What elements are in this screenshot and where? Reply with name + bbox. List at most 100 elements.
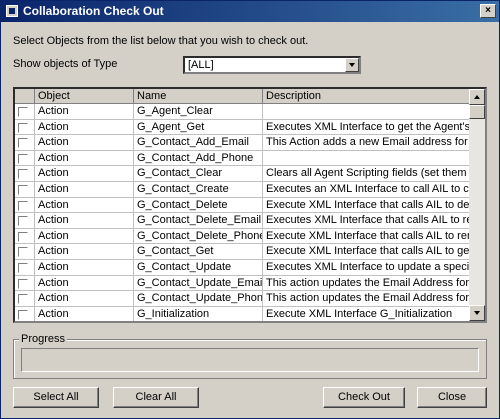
table-row[interactable]: Action G_Contact_Get Execute XML Interface… [15, 244, 471, 260]
close-icon[interactable]: × [480, 4, 496, 18]
description-cell: This action updates the Email Address fo… [263, 275, 471, 292]
description-cell: Executes XML Interface that calls AIL to… [263, 213, 471, 229]
title-bar[interactable]: Collaboration Check Out × [1, 1, 499, 22]
name-cell: G_Contact_Delete [134, 197, 263, 214]
row-checkbox-cell [15, 135, 35, 151]
name-cell: G_Contact_Add_Email [134, 135, 263, 151]
row-checkbox[interactable] [18, 294, 28, 305]
row-checkbox-cell [15, 306, 35, 321]
table-row[interactable]: Action G_Initialization Execute XML Interf… [15, 306, 471, 321]
window-title: Collaboration Check Out [23, 4, 164, 18]
row-checkbox[interactable] [18, 138, 28, 149]
table-row[interactable]: Action G_Agent_Clear [15, 104, 471, 120]
row-checkbox[interactable] [18, 153, 28, 164]
description-cell: Executes XML Interface to update a speci… [263, 260, 471, 276]
name-cell: G_Contact_Update_Phone [134, 291, 263, 307]
object-cell: Action [35, 197, 134, 214]
object-cell: Action [35, 119, 134, 136]
scroll-thumb[interactable] [469, 105, 485, 119]
description-cell: Clears all Agent Scripting fields (set t… [263, 166, 471, 182]
table-row[interactable]: Action G_Contact_Delete Execute XML Interf… [15, 197, 471, 214]
row-checkbox-cell [15, 228, 35, 245]
instruction-text: Select Objects from the list below that … [13, 35, 309, 47]
description-cell: Execute XML Interface G_Initialization [263, 306, 471, 321]
table-row[interactable]: Action G_Contact_Add_Email This Action add… [15, 135, 471, 151]
row-checkbox[interactable] [18, 122, 28, 133]
object-type-dropdown[interactable]: [ALL] [183, 56, 361, 74]
row-checkbox[interactable] [18, 200, 28, 211]
object-type-value: [ALL] [188, 59, 214, 71]
table-row[interactable]: Action G_Contact_Create Executes an XML In… [15, 182, 471, 198]
description-cell: This Action adds a new Email address for… [263, 135, 471, 151]
name-cell: G_Contact_Delete_Email [134, 213, 263, 229]
description-cell [263, 150, 471, 167]
name-cell: G_Agent_Get [134, 119, 263, 136]
name-cell: G_Contact_Update_Email [134, 275, 263, 292]
row-checkbox-cell [15, 244, 35, 260]
row-checkbox-cell [15, 291, 35, 307]
name-cell: G_Contact_Create [134, 182, 263, 198]
app-icon [6, 5, 18, 17]
row-checkbox-cell [15, 213, 35, 229]
object-cell: Action [35, 166, 134, 182]
object-cell: Action [35, 260, 134, 276]
row-checkbox-cell [15, 119, 35, 136]
row-checkbox[interactable] [18, 278, 28, 289]
table-row[interactable]: Action G_Contact_Delete_Email Executes XML… [15, 213, 471, 229]
object-cell: Action [35, 182, 134, 198]
chevron-down-icon[interactable] [345, 58, 359, 72]
name-cell: G_Contact_Get [134, 244, 263, 260]
table-row[interactable]: Action G_Contact_Add_Phone [15, 150, 471, 167]
row-checkbox-cell [15, 166, 35, 182]
description-cell: Execute XML Interface that calls AIL to … [263, 197, 471, 214]
row-checkbox-cell [15, 197, 35, 214]
check-out-button[interactable]: Check Out [323, 387, 405, 408]
object-cell: Action [35, 291, 134, 307]
description-cell: Execute XML Interface that calls AIL to … [263, 244, 471, 260]
object-cell: Action [35, 275, 134, 292]
scroll-up-icon[interactable] [469, 89, 485, 105]
close-button[interactable]: Close [417, 387, 487, 408]
object-cell: Action [35, 104, 134, 120]
table-row[interactable]: Action G_Agent_Get Executes XML Interface … [15, 119, 471, 136]
vertical-scrollbar[interactable] [469, 89, 485, 321]
object-type-label: Show objects of Type [13, 58, 118, 70]
row-checkbox-cell [15, 260, 35, 276]
object-cell: Action [35, 135, 134, 151]
name-cell: G_Agent_Clear [134, 104, 263, 120]
objects-list[interactable]: Object Name Description Action G_Agent_Clear… [13, 87, 487, 323]
progress-label: Progress [19, 333, 68, 345]
object-cell: Action [35, 150, 134, 167]
row-checkbox-cell [15, 182, 35, 198]
table-row[interactable]: Action G_Contact_Update_Email This action … [15, 275, 471, 292]
row-checkbox[interactable] [18, 309, 28, 320]
name-cell: G_Contact_Update [134, 260, 263, 276]
description-column-header[interactable]: Description [263, 89, 471, 104]
row-checkbox[interactable] [18, 107, 28, 117]
select-all-button[interactable]: Select All [13, 387, 99, 408]
clear-all-button[interactable]: Clear All [113, 387, 199, 408]
table-row[interactable]: Action G_Contact_Update_Phone This action … [15, 291, 471, 307]
description-cell: This action updates the Email Address fo… [263, 291, 471, 307]
row-checkbox[interactable] [18, 247, 28, 258]
row-checkbox[interactable] [18, 169, 28, 180]
row-checkbox-cell [15, 150, 35, 167]
table-row[interactable]: Action G_Contact_Delete_Phone Execute XML … [15, 228, 471, 245]
scroll-down-icon[interactable] [469, 305, 485, 321]
row-checkbox[interactable] [18, 216, 28, 227]
progress-bar [21, 348, 479, 372]
object-column-header[interactable]: Object [35, 89, 134, 104]
row-checkbox[interactable] [18, 231, 28, 242]
description-cell: Execute XML Interface that calls AIL to … [263, 228, 471, 245]
name-column-header[interactable]: Name [134, 89, 263, 104]
checkbox-column-header[interactable] [15, 89, 35, 104]
object-cell: Action [35, 244, 134, 260]
row-checkbox[interactable] [18, 185, 28, 195]
row-checkbox[interactable] [18, 263, 28, 273]
table-row[interactable]: Action G_Contact_Clear Clears all Agent Sc… [15, 166, 471, 182]
check-out-dialog: Collaboration Check Out × Select Objects… [0, 0, 500, 419]
description-cell: Executes an XML Interface to call AIL to… [263, 182, 471, 198]
description-cell [263, 104, 471, 120]
row-checkbox-cell [15, 104, 35, 120]
table-row[interactable]: Action G_Contact_Update Executes XML Inter… [15, 260, 471, 276]
